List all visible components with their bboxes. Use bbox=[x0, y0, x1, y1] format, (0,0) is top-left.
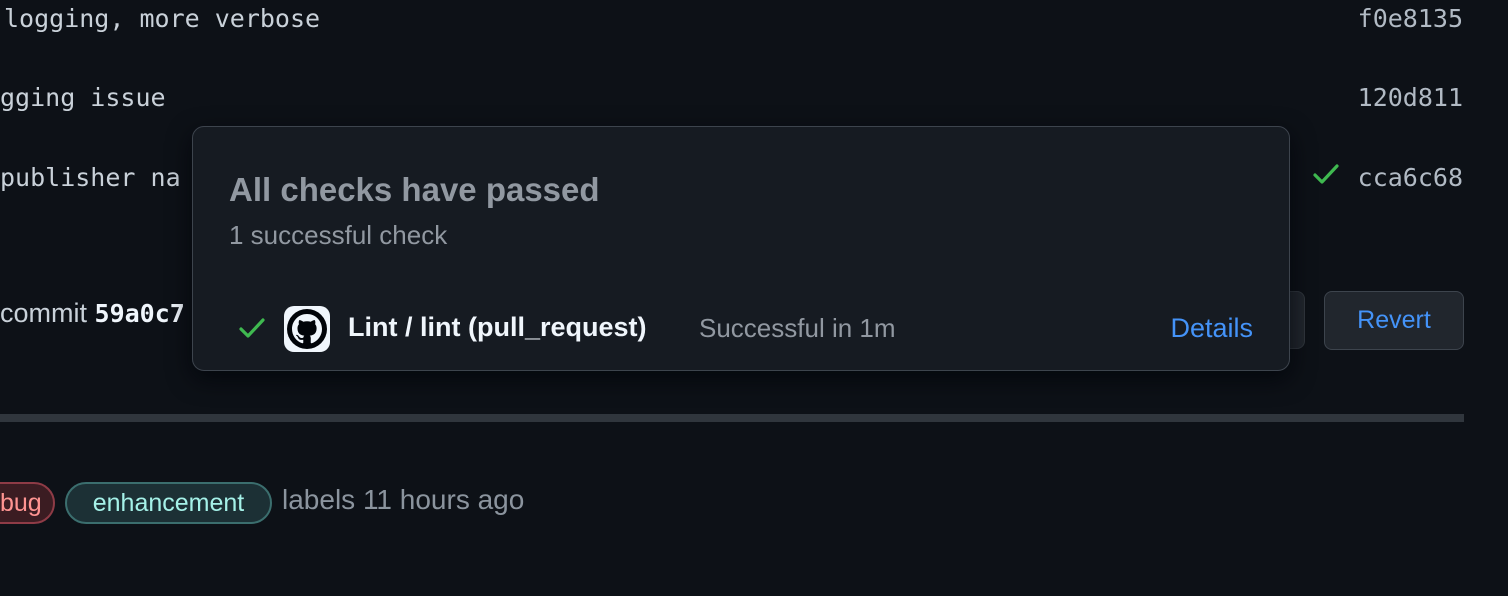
revert-button[interactable]: Revert bbox=[1324, 291, 1464, 350]
check-status: Successful in 1m bbox=[699, 313, 896, 343]
label-bug[interactable]: bug bbox=[0, 482, 55, 524]
labels-event-text: labels 11 hours ago bbox=[282, 484, 525, 515]
popover-title: All checks have passed bbox=[229, 171, 600, 208]
commit-message[interactable]: logging, more verbose bbox=[4, 4, 320, 33]
commit-prefix: commit bbox=[0, 298, 87, 328]
commit-sha[interactable]: f0e8135 bbox=[1358, 4, 1463, 33]
timeline-divider bbox=[0, 414, 1464, 422]
commit-hash-link[interactable]: 59a0c7 bbox=[95, 299, 185, 328]
commit-reference: commit 59a0c7 bbox=[0, 298, 185, 329]
checks-popover: All checks have passed 1 successful chec… bbox=[192, 126, 1290, 371]
commit-message[interactable]: gging issue bbox=[0, 83, 166, 112]
commit-sha[interactable]: cca6c68 bbox=[1358, 163, 1463, 192]
details-link[interactable]: Details bbox=[1170, 313, 1253, 344]
commit-sha[interactable]: 120d811 bbox=[1358, 83, 1463, 112]
popover-subtitle: 1 successful check bbox=[229, 220, 448, 250]
commit-message[interactable]: publisher na bbox=[0, 163, 181, 192]
check-status-icon[interactable] bbox=[1311, 159, 1341, 189]
label-enhancement[interactable]: enhancement bbox=[65, 482, 272, 524]
github-icon bbox=[284, 306, 330, 352]
check-name: Lint / lint (pull_request) bbox=[348, 312, 647, 342]
check-success-icon bbox=[239, 318, 265, 338]
